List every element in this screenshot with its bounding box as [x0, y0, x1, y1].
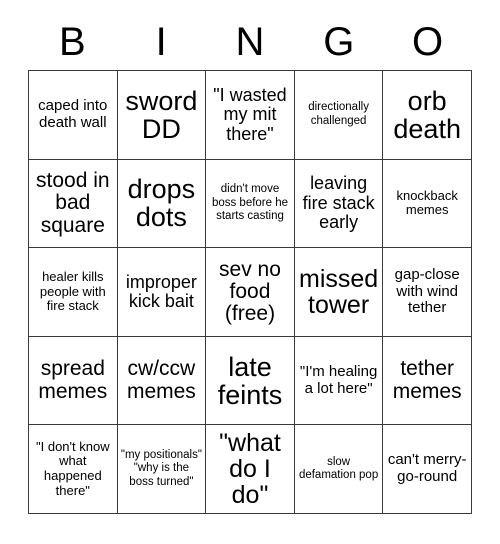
bingo-cell[interactable]: healer kills people with fire stack: [29, 248, 118, 337]
bingo-cell[interactable]: didn't move boss before he starts castin…: [206, 159, 295, 249]
bingo-cell[interactable]: orb death: [383, 71, 472, 160]
bingo-cell[interactable]: "I'm healing a lot here": [294, 336, 384, 426]
bingo-header: B I N G O: [28, 14, 472, 70]
header-letter-o: O: [412, 20, 444, 64]
bingo-cell-label: leaving fire stack early: [302, 173, 375, 233]
bingo-cell-label: can't merry-go-round: [387, 451, 467, 486]
bingo-cell[interactable]: improper kick bait: [117, 248, 207, 337]
bingo-cell-label: "I don't know what happened there": [36, 438, 110, 498]
bingo-cell[interactable]: spread memes: [29, 336, 118, 426]
header-letter-i: I: [155, 20, 167, 64]
bingo-cell[interactable]: directionally challenged: [294, 71, 384, 160]
header-letter-b: B: [59, 20, 86, 64]
bingo-cell[interactable]: "what do I do": [206, 425, 295, 514]
bingo-cell-label: missed tower: [299, 264, 379, 319]
bingo-grid: caped into death wall sword DD "I wasted…: [28, 70, 472, 514]
bingo-cell[interactable]: caped into death wall: [29, 71, 118, 160]
bingo-cell-label: didn't move boss before he starts castin…: [211, 183, 289, 223]
bingo-cell-label: tether memes: [392, 357, 462, 403]
bingo-cell-label: late feints: [217, 351, 283, 410]
bingo-cell-label: caped into death wall: [38, 97, 108, 131]
bingo-cell-label: improper kick bait: [125, 271, 197, 311]
bingo-cell-label: "what do I do": [219, 428, 281, 510]
bingo-cell-label: "I wasted my mit there": [213, 84, 287, 144]
bingo-cell[interactable]: late feints: [206, 336, 295, 426]
bingo-cell-label: directionally challenged: [308, 101, 369, 127]
bingo-cell-label: healer kills people with fire stack: [39, 268, 106, 314]
bingo-cell[interactable]: slow defamation pop: [294, 425, 384, 514]
bingo-cell[interactable]: cw/ccw memes: [117, 336, 207, 426]
bingo-cell-label: spread memes: [38, 357, 108, 403]
bingo-cell-label: orb death: [393, 85, 461, 144]
bingo-cell[interactable]: "my positionals" "why is the boss turned…: [117, 425, 207, 514]
bingo-cell-label: "I'm healing a lot here": [299, 362, 378, 397]
bingo-cell[interactable]: can't merry-go-round: [383, 425, 472, 514]
bingo-cell-label: cw/ccw memes: [126, 357, 196, 403]
bingo-cell-label: knockback memes: [396, 187, 458, 218]
bingo-cell[interactable]: missed tower: [294, 248, 384, 337]
bingo-cell-label: stood in bad square: [36, 169, 110, 237]
bingo-card: B I N G O caped into death wall sword DD…: [0, 0, 500, 544]
bingo-cell-free[interactable]: sev no food (free): [206, 248, 295, 337]
bingo-cell-label: sword DD: [125, 85, 198, 144]
bingo-cell[interactable]: drops dots: [117, 159, 207, 249]
bingo-cell[interactable]: "I don't know what happened there": [29, 425, 118, 514]
bingo-cell[interactable]: sword DD: [117, 71, 207, 160]
bingo-cell[interactable]: tether memes: [383, 336, 472, 426]
bingo-cell[interactable]: leaving fire stack early: [294, 159, 384, 249]
bingo-cell-label: gap-close with wind tether: [394, 265, 460, 317]
header-letter-g: G: [323, 20, 355, 64]
bingo-cell[interactable]: stood in bad square: [29, 159, 118, 249]
bingo-cell[interactable]: knockback memes: [383, 159, 472, 249]
bingo-cell-label: drops dots: [127, 174, 196, 233]
bingo-cell[interactable]: "I wasted my mit there": [206, 71, 295, 160]
bingo-cell[interactable]: gap-close with wind tether: [383, 248, 472, 337]
bingo-cell-label: sev no food (free): [219, 257, 281, 326]
header-letter-n: N: [235, 20, 265, 64]
bingo-cell-label: slow defamation pop: [298, 455, 379, 482]
bingo-cell-label: "my positionals" "why is the boss turned…: [120, 448, 202, 488]
